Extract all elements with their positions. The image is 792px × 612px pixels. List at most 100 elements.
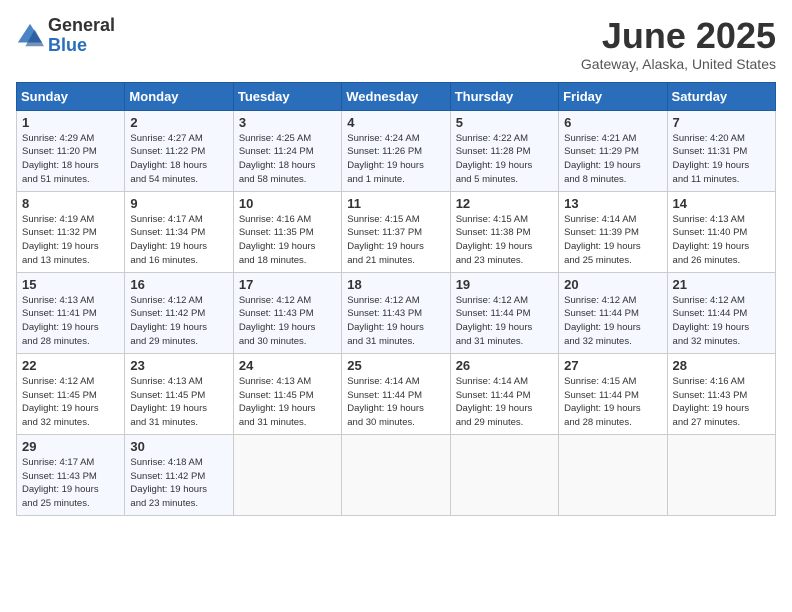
day-number: 14 [673,196,770,211]
calendar-day-cell: 15 Sunrise: 4:13 AM Sunset: 11:41 PM Dayl… [17,272,125,353]
calendar-day-cell: 28 Sunrise: 4:16 AM Sunset: 11:43 PM Dayl… [667,353,775,434]
calendar-day-cell: 7Sunrise: 4:20 AM Sunset: 11:31 PM Dayli… [667,110,775,191]
day-number: 29 [22,439,119,454]
day-info: Sunrise: 4:19 AM Sunset: 11:32 PM Daylig… [22,213,119,268]
logo-general-text: General [48,16,115,36]
day-number: 21 [673,277,770,292]
day-info: Sunrise: 4:21 AM Sunset: 11:29 PM Daylig… [564,132,661,187]
day-info: Sunrise: 4:25 AM Sunset: 11:24 PM Daylig… [239,132,336,187]
day-info: Sunrise: 4:14 AM Sunset: 11:44 PM Daylig… [347,375,444,430]
calendar-day-cell: 21 Sunrise: 4:12 AM Sunset: 11:44 PM Dayl… [667,272,775,353]
day-info: Sunrise: 4:15 AM Sunset: 11:44 PM Daylig… [564,375,661,430]
calendar-week-row: 15 Sunrise: 4:13 AM Sunset: 11:41 PM Dayl… [17,272,776,353]
calendar-day-cell: 3 Sunrise: 4:25 AM Sunset: 11:24 PM Dayli… [233,110,341,191]
calendar-day-cell: 2 Sunrise: 4:27 AM Sunset: 11:22 PM Dayli… [125,110,233,191]
calendar-day-cell: 11 Sunrise: 4:15 AM Sunset: 11:37 PM Dayl… [342,191,450,272]
calendar-day-cell: 29 Sunrise: 4:17 AM Sunset: 11:43 PM Dayl… [17,434,125,515]
calendar-day-cell: 25 Sunrise: 4:14 AM Sunset: 11:44 PM Dayl… [342,353,450,434]
day-of-week-row: SundayMondayTuesdayWednesdayThursdayFrid… [17,82,776,110]
day-info: Sunrise: 4:12 AM Sunset: 11:44 PM Daylig… [564,294,661,349]
day-info: Sunrise: 4:14 AM Sunset: 11:44 PM Daylig… [456,375,553,430]
day-info: Sunrise: 4:29 AM Sunset: 11:20 PM Daylig… [22,132,119,187]
dow-header: Thursday [450,82,558,110]
calendar-day-cell: 18 Sunrise: 4:12 AM Sunset: 11:43 PM Dayl… [342,272,450,353]
calendar-day-cell: 16 Sunrise: 4:12 AM Sunset: 11:42 PM Dayl… [125,272,233,353]
day-number: 11 [347,196,444,211]
day-number: 8 [22,196,119,211]
calendar-day-cell: 6 Sunrise: 4:21 AM Sunset: 11:29 PM Dayli… [559,110,667,191]
day-number: 1 [22,115,119,130]
day-info: Sunrise: 4:16 AM Sunset: 11:43 PM Daylig… [673,375,770,430]
day-info: Sunrise: 4:14 AM Sunset: 11:39 PM Daylig… [564,213,661,268]
title-block: June 2025 Gateway, Alaska, United States [581,16,776,72]
day-number: 3 [239,115,336,130]
logo-text: General Blue [48,16,115,56]
day-info: Sunrise: 4:22 AM Sunset: 11:28 PM Daylig… [456,132,553,187]
calendar-week-row: 22 Sunrise: 4:12 AM Sunset: 11:45 PM Dayl… [17,353,776,434]
day-info: Sunrise: 4:13 AM Sunset: 11:45 PM Daylig… [239,375,336,430]
dow-header: Tuesday [233,82,341,110]
day-number: 28 [673,358,770,373]
calendar-day-cell: 1 Sunrise: 4:29 AM Sunset: 11:20 PM Dayli… [17,110,125,191]
calendar-day-cell [450,434,558,515]
day-info: Sunrise: 4:15 AM Sunset: 11:37 PM Daylig… [347,213,444,268]
calendar-day-cell: 26Sunrise: 4:14 AM Sunset: 11:44 PM Dayl… [450,353,558,434]
day-number: 24 [239,358,336,373]
calendar-table: SundayMondayTuesdayWednesdayThursdayFrid… [16,82,776,516]
calendar-day-cell: 20Sunrise: 4:12 AM Sunset: 11:44 PM Dayl… [559,272,667,353]
calendar-day-cell: 9Sunrise: 4:17 AM Sunset: 11:34 PM Dayli… [125,191,233,272]
calendar-day-cell: 22 Sunrise: 4:12 AM Sunset: 11:45 PM Dayl… [17,353,125,434]
calendar-day-cell: 4Sunrise: 4:24 AM Sunset: 11:26 PM Dayli… [342,110,450,191]
calendar-week-row: 1 Sunrise: 4:29 AM Sunset: 11:20 PM Dayli… [17,110,776,191]
day-info: Sunrise: 4:27 AM Sunset: 11:22 PM Daylig… [130,132,227,187]
calendar-day-cell: 14 Sunrise: 4:13 AM Sunset: 11:40 PM Dayl… [667,191,775,272]
day-info: Sunrise: 4:12 AM Sunset: 11:44 PM Daylig… [456,294,553,349]
logo-blue-text: Blue [48,36,115,56]
calendar-day-cell [233,434,341,515]
day-number: 16 [130,277,227,292]
day-number: 6 [564,115,661,130]
calendar-day-cell: 8 Sunrise: 4:19 AM Sunset: 11:32 PM Dayli… [17,191,125,272]
day-info: Sunrise: 4:12 AM Sunset: 11:42 PM Daylig… [130,294,227,349]
calendar-day-cell: 10Sunrise: 4:16 AM Sunset: 11:35 PM Dayl… [233,191,341,272]
day-info: Sunrise: 4:12 AM Sunset: 11:43 PM Daylig… [239,294,336,349]
day-number: 27 [564,358,661,373]
calendar-day-cell: 12Sunrise: 4:15 AM Sunset: 11:38 PM Dayl… [450,191,558,272]
calendar-day-cell: 27 Sunrise: 4:15 AM Sunset: 11:44 PM Dayl… [559,353,667,434]
day-number: 23 [130,358,227,373]
calendar-day-cell [342,434,450,515]
calendar-day-cell: 17Sunrise: 4:12 AM Sunset: 11:43 PM Dayl… [233,272,341,353]
location-text: Gateway, Alaska, United States [581,56,776,72]
day-info: Sunrise: 4:13 AM Sunset: 11:41 PM Daylig… [22,294,119,349]
day-number: 18 [347,277,444,292]
calendar-day-cell: 30Sunrise: 4:18 AM Sunset: 11:42 PM Dayl… [125,434,233,515]
dow-header: Friday [559,82,667,110]
day-number: 15 [22,277,119,292]
day-info: Sunrise: 4:17 AM Sunset: 11:43 PM Daylig… [22,456,119,511]
page-header: General Blue June 2025 Gateway, Alaska, … [16,16,776,72]
dow-header: Saturday [667,82,775,110]
day-info: Sunrise: 4:12 AM Sunset: 11:44 PM Daylig… [673,294,770,349]
day-info: Sunrise: 4:16 AM Sunset: 11:35 PM Daylig… [239,213,336,268]
calendar-week-row: 29 Sunrise: 4:17 AM Sunset: 11:43 PM Dayl… [17,434,776,515]
calendar-day-cell: 13Sunrise: 4:14 AM Sunset: 11:39 PM Dayl… [559,191,667,272]
day-info: Sunrise: 4:17 AM Sunset: 11:34 PM Daylig… [130,213,227,268]
day-info: Sunrise: 4:12 AM Sunset: 11:43 PM Daylig… [347,294,444,349]
day-number: 25 [347,358,444,373]
day-info: Sunrise: 4:12 AM Sunset: 11:45 PM Daylig… [22,375,119,430]
day-number: 7 [673,115,770,130]
day-number: 19 [456,277,553,292]
dow-header: Wednesday [342,82,450,110]
day-number: 22 [22,358,119,373]
calendar-day-cell: 23Sunrise: 4:13 AM Sunset: 11:45 PM Dayl… [125,353,233,434]
calendar-day-cell [667,434,775,515]
calendar-day-cell [559,434,667,515]
calendar-day-cell: 5Sunrise: 4:22 AM Sunset: 11:28 PM Dayli… [450,110,558,191]
day-number: 2 [130,115,227,130]
day-info: Sunrise: 4:24 AM Sunset: 11:26 PM Daylig… [347,132,444,187]
day-number: 30 [130,439,227,454]
day-number: 12 [456,196,553,211]
calendar-body: 1 Sunrise: 4:29 AM Sunset: 11:20 PM Dayli… [17,110,776,515]
calendar-day-cell: 24 Sunrise: 4:13 AM Sunset: 11:45 PM Dayl… [233,353,341,434]
day-info: Sunrise: 4:13 AM Sunset: 11:40 PM Daylig… [673,213,770,268]
